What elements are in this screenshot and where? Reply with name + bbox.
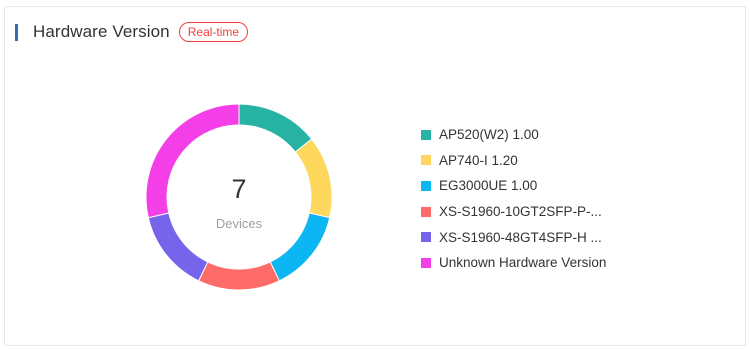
legend-swatch (421, 180, 431, 191)
device-count: 7 (231, 174, 247, 204)
donut-slice[interactable] (197, 261, 281, 291)
legend-label: EG3000UE 1.00 (439, 178, 538, 194)
card-header: Hardware Version Real-time (15, 21, 249, 43)
chart-legend: AP520(W2) 1.00 AP740-I 1.20 EG3000UE 1.00 X… (421, 122, 606, 276)
legend-swatch (421, 155, 431, 166)
legend-swatch (421, 206, 431, 217)
legend-swatch (421, 129, 431, 140)
donut-slice[interactable] (238, 103, 313, 153)
donut-slice[interactable] (294, 138, 333, 219)
hardware-version-card: Hardware Version Real-time (4, 6, 746, 346)
device-count-label: Devices (215, 216, 263, 231)
legend-item[interactable]: AP520(W2) 1.00 (421, 122, 606, 148)
legend-swatch (421, 257, 431, 268)
legend-item[interactable]: XS-S1960-10GT2SFP-P-... (421, 199, 606, 225)
title-accent-bar (15, 23, 18, 41)
legend-item[interactable]: Unknown Hardware Version (421, 250, 606, 276)
legend-label: AP520(W2) 1.00 (439, 127, 539, 143)
legend-item[interactable]: AP740-I 1.20 (421, 148, 606, 174)
legend-label: XS-S1960-48GT4SFP-H ... (439, 229, 602, 245)
realtime-badge: Real-time (178, 22, 249, 42)
legend-label: Unknown Hardware Version (439, 255, 607, 271)
legend-label: XS-S1960-10GT2SFP-P-... (439, 204, 602, 220)
legend-item[interactable]: XS-S1960-48GT4SFP-H ... (421, 224, 606, 250)
card-title: Hardware Version (33, 22, 170, 41)
legend-swatch (421, 232, 431, 243)
legend-item[interactable]: EG3000UE 1.00 (421, 173, 606, 199)
legend-label: AP740-I 1.20 (439, 152, 518, 168)
